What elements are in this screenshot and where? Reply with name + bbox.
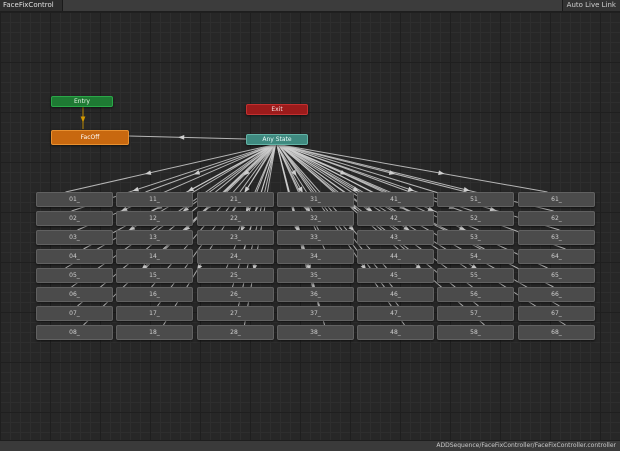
state-node-22[interactable]: 22_ bbox=[197, 211, 274, 226]
state-node-01[interactable]: 01_ bbox=[36, 192, 113, 207]
state-node-42[interactable]: 42_ bbox=[357, 211, 434, 226]
state-node-47[interactable]: 47_ bbox=[357, 306, 434, 321]
state-node-24[interactable]: 24_ bbox=[197, 249, 274, 264]
state-node-14[interactable]: 14_ bbox=[116, 249, 193, 264]
state-node-28[interactable]: 28_ bbox=[197, 325, 274, 340]
entry-transition-arrow bbox=[80, 116, 86, 123]
state-node-03[interactable]: 03_ bbox=[36, 230, 113, 245]
state-node-52[interactable]: 52_ bbox=[437, 211, 514, 226]
anystate-to-facoff-line bbox=[128, 135, 247, 140]
state-node-43[interactable]: 43_ bbox=[357, 230, 434, 245]
status-bar: ADDSequence/FaceFixController/FaceFixCon… bbox=[0, 440, 620, 451]
state-node-35[interactable]: 35_ bbox=[277, 268, 354, 283]
state-node-07[interactable]: 07_ bbox=[36, 306, 113, 321]
state-node-64[interactable]: 64_ bbox=[518, 249, 595, 264]
state-node-12[interactable]: 12_ bbox=[116, 211, 193, 226]
state-node-53[interactable]: 53_ bbox=[437, 230, 514, 245]
state-node-32[interactable]: 32_ bbox=[277, 211, 354, 226]
state-node-16[interactable]: 16_ bbox=[116, 287, 193, 302]
state-node-13[interactable]: 13_ bbox=[116, 230, 193, 245]
transition-arrow bbox=[132, 186, 140, 192]
state-node-33[interactable]: 33_ bbox=[277, 230, 354, 245]
state-node-11[interactable]: 11_ bbox=[116, 192, 193, 207]
any-state-node[interactable]: Any State bbox=[246, 134, 308, 145]
state-node-58[interactable]: 58_ bbox=[437, 325, 514, 340]
state-node-54[interactable]: 54_ bbox=[437, 249, 514, 264]
state-node-56[interactable]: 56_ bbox=[437, 287, 514, 302]
state-node-62[interactable]: 62_ bbox=[518, 211, 595, 226]
state-node-57[interactable]: 57_ bbox=[437, 306, 514, 321]
state-node-36[interactable]: 36_ bbox=[277, 287, 354, 302]
transition-arrow bbox=[187, 186, 195, 192]
transition-line bbox=[145, 144, 275, 193]
anystate-to-facoff-arrow bbox=[178, 135, 185, 140]
transition-arrow bbox=[407, 186, 415, 192]
state-node-17[interactable]: 17_ bbox=[116, 306, 193, 321]
state-node-48[interactable]: 48_ bbox=[357, 325, 434, 340]
state-node-45[interactable]: 45_ bbox=[357, 268, 434, 283]
state-node-67[interactable]: 67_ bbox=[518, 306, 595, 321]
state-node-65[interactable]: 65_ bbox=[518, 268, 595, 283]
state-node-55[interactable]: 55_ bbox=[437, 268, 514, 283]
state-node-27[interactable]: 27_ bbox=[197, 306, 274, 321]
state-node-38[interactable]: 38_ bbox=[277, 325, 354, 340]
state-node-15[interactable]: 15_ bbox=[116, 268, 193, 283]
state-node-51[interactable]: 51_ bbox=[437, 192, 514, 207]
state-node-68[interactable]: 68_ bbox=[518, 325, 595, 340]
state-node-06[interactable]: 06_ bbox=[36, 287, 113, 302]
state-node-21[interactable]: 21_ bbox=[197, 192, 274, 207]
controller-path: ADDSequence/FaceFixController/FaceFixCon… bbox=[436, 442, 616, 449]
state-node-23[interactable]: 23_ bbox=[197, 230, 274, 245]
state-node-05[interactable]: 05_ bbox=[36, 268, 113, 283]
state-node-63[interactable]: 63_ bbox=[518, 230, 595, 245]
state-node-34[interactable]: 34_ bbox=[277, 249, 354, 264]
state-node-66[interactable]: 66_ bbox=[518, 287, 595, 302]
transition-arrow bbox=[438, 170, 445, 176]
state-node-18[interactable]: 18_ bbox=[116, 325, 193, 340]
exit-node[interactable]: Exit bbox=[246, 104, 308, 115]
state-node-41[interactable]: 41_ bbox=[357, 192, 434, 207]
state-node-08[interactable]: 08_ bbox=[36, 325, 113, 340]
state-node-25[interactable]: 25_ bbox=[197, 268, 274, 283]
state-node-04[interactable]: 04_ bbox=[36, 249, 113, 264]
state-node-44[interactable]: 44_ bbox=[357, 249, 434, 264]
state-node-37[interactable]: 37_ bbox=[277, 306, 354, 321]
state-node-26[interactable]: 26_ bbox=[197, 287, 274, 302]
state-node-31[interactable]: 31_ bbox=[277, 192, 354, 207]
state-node-02[interactable]: 02_ bbox=[36, 211, 113, 226]
entry-node[interactable]: Entry bbox=[51, 96, 113, 107]
state-node-46[interactable]: 46_ bbox=[357, 287, 434, 302]
default-state-node[interactable]: FacOff bbox=[51, 130, 129, 145]
state-node-61[interactable]: 61_ bbox=[518, 192, 595, 207]
